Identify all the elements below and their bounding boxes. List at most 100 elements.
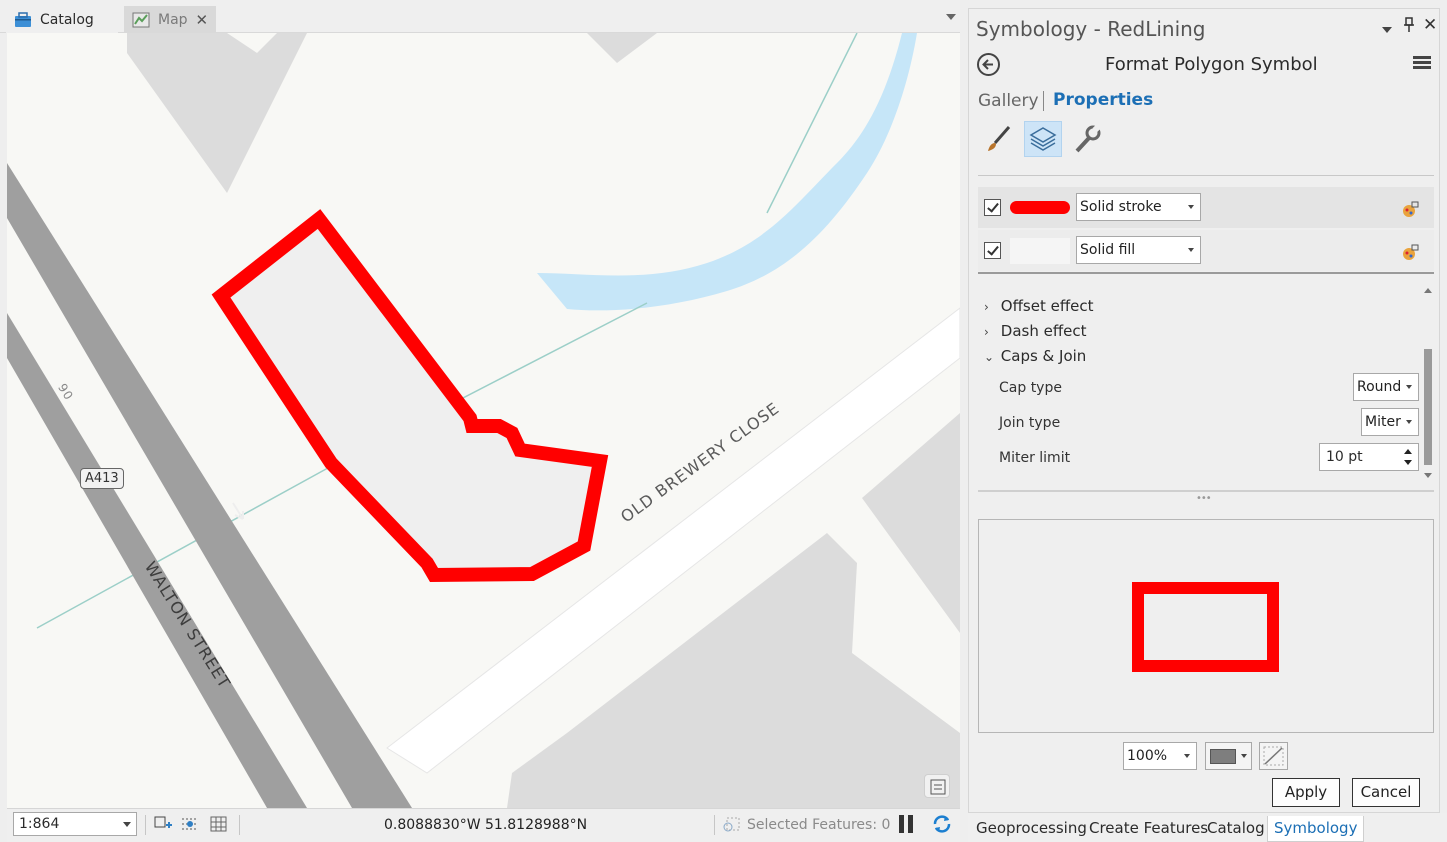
cap-type-dropdown[interactable]: Round	[1353, 373, 1419, 401]
fill-swatch	[1010, 238, 1070, 264]
map-status-bar: 1:864 0.8088830°W 51.8128988°N Selected …	[7, 808, 960, 842]
symbol-preview	[978, 519, 1434, 733]
preview-polygon	[1132, 582, 1279, 672]
pane-title: Symbology - RedLining	[976, 17, 1206, 41]
layer-type-value: Solid stroke	[1080, 199, 1162, 215]
brush-icon[interactable]	[981, 121, 1019, 157]
stroke-swatch	[1010, 201, 1070, 214]
dock-tab-strip: Geoprocessing Create Features Catalog Sy…	[968, 813, 1447, 842]
grid-icon[interactable]	[209, 815, 229, 833]
pause-drawing-icon[interactable]	[897, 815, 915, 833]
join-type-value: Miter	[1365, 414, 1401, 430]
view-tab-strip: Catalog Map ✕	[0, 0, 960, 33]
grid-snap-icon[interactable]	[180, 815, 200, 833]
map-view[interactable]: OLD BREWERY CLOSE WALTON STREET A413 90	[7, 33, 960, 808]
chevron-down-icon	[123, 822, 131, 827]
divider	[978, 272, 1434, 274]
tab-catalog-dock[interactable]: Catalog	[1201, 816, 1271, 842]
layer-type-value: Solid fill	[1080, 242, 1136, 258]
tab-symbology[interactable]: Symbology	[1267, 816, 1365, 842]
symbology-pane: Symbology - RedLining ✕ Format Polygon S…	[968, 8, 1440, 813]
divider	[1043, 91, 1044, 111]
map-legend-icon[interactable]	[924, 774, 950, 798]
selection-icon[interactable]	[722, 815, 742, 833]
preview-grid-toggle-icon[interactable]	[1259, 742, 1288, 770]
cap-type-value: Round	[1357, 379, 1402, 395]
preview-splitter[interactable]: •••	[978, 490, 1434, 504]
miter-limit-stepper[interactable]: 10 pt	[1319, 443, 1419, 471]
snapping-icon[interactable]	[153, 815, 173, 833]
tab-create-features[interactable]: Create Features	[1083, 816, 1214, 842]
divider	[145, 815, 146, 835]
tab-map-label: Map	[158, 11, 188, 28]
layers-icon[interactable]	[1024, 121, 1062, 157]
chevron-down-icon	[1188, 205, 1194, 209]
symbol-layer-fill[interactable]: Solid fill	[978, 230, 1434, 271]
chevron-down-icon	[1188, 248, 1194, 252]
join-type-label: Join type	[999, 415, 1061, 431]
lock-palette-icon[interactable]	[1400, 243, 1420, 261]
miter-limit-value: 10 pt	[1326, 449, 1363, 465]
divider	[978, 175, 1434, 176]
apply-button[interactable]: Apply	[1272, 778, 1340, 807]
layer-stroke-checkbox[interactable]	[984, 199, 1001, 216]
chevron-down-icon[interactable]	[946, 14, 956, 20]
tab-gallery[interactable]: Gallery	[978, 91, 1039, 111]
section-offset-effect[interactable]: › Offset effect	[984, 297, 1094, 315]
section-dash-effect[interactable]: › Dash effect	[984, 322, 1087, 340]
close-icon[interactable]: ✕	[1423, 15, 1437, 35]
join-type-dropdown[interactable]: Miter	[1361, 408, 1419, 436]
catalog-icon	[14, 11, 32, 28]
map-icon	[132, 12, 150, 28]
scale-dropdown[interactable]: 1:864	[13, 812, 137, 836]
map-canvas	[7, 33, 960, 808]
chevron-right-icon: ›	[984, 300, 989, 314]
refresh-icon[interactable]	[931, 813, 953, 835]
chevron-down-icon	[1184, 754, 1190, 758]
grip-icon: •••	[1196, 493, 1212, 504]
layer-stroke-type-dropdown[interactable]: Solid stroke	[1076, 193, 1201, 221]
road-shield: A413	[80, 468, 124, 489]
lock-palette-icon[interactable]	[1400, 200, 1420, 218]
preview-background-dropdown[interactable]	[1205, 742, 1252, 770]
close-icon[interactable]: ✕	[196, 11, 209, 29]
tab-catalog[interactable]: Catalog	[6, 6, 118, 33]
coordinate-readout: 0.8088830°W 51.8128988°N	[384, 817, 588, 833]
preview-zoom-dropdown[interactable]: 100%	[1123, 742, 1197, 770]
section-caps-join-label: Caps & Join	[1000, 347, 1087, 365]
cancel-button[interactable]: Cancel	[1352, 778, 1420, 807]
section-offset-effect-label: Offset effect	[1000, 297, 1094, 315]
scrollbar-thumb[interactable]	[1424, 349, 1432, 465]
divider	[714, 815, 715, 835]
tab-catalog-label: Catalog	[40, 11, 94, 28]
section-dash-effect-label: Dash effect	[1000, 322, 1087, 340]
chevron-down-icon	[1241, 754, 1247, 758]
background-swatch	[1210, 749, 1236, 764]
arcgis-pro-window: Catalog Map ✕ OLD BREWERY CLOSE WALTON S…	[0, 0, 1447, 842]
tab-geoprocessing[interactable]: Geoprocessing	[970, 816, 1093, 842]
tab-map[interactable]: Map ✕	[124, 6, 216, 33]
pin-icon[interactable]	[1403, 17, 1415, 37]
cap-type-label: Cap type	[999, 380, 1062, 396]
increment-icon[interactable]	[1404, 449, 1412, 454]
wrench-icon[interactable]	[1069, 121, 1107, 157]
layer-fill-checkbox[interactable]	[984, 242, 1001, 259]
back-arrow-icon[interactable]	[977, 53, 1000, 76]
decrement-icon[interactable]	[1404, 460, 1412, 465]
chevron-right-icon: ›	[984, 325, 989, 339]
layer-fill-type-dropdown[interactable]: Solid fill	[1076, 236, 1201, 264]
preview-zoom-value: 100%	[1127, 748, 1168, 764]
menu-icon[interactable]	[1413, 56, 1431, 70]
chevron-down-icon: ⌄	[984, 350, 995, 364]
divider	[239, 815, 240, 835]
panel-subtitle: Format Polygon Symbol	[1105, 54, 1318, 75]
chevron-down-icon	[1406, 385, 1412, 389]
chevron-down-icon[interactable]	[1381, 21, 1393, 39]
chevron-down-icon	[1406, 420, 1412, 424]
miter-limit-label: Miter limit	[999, 450, 1071, 466]
section-caps-join[interactable]: ⌄ Caps & Join	[984, 347, 1086, 365]
tab-properties[interactable]: Properties	[1053, 90, 1153, 110]
scale-value: 1:864	[19, 816, 60, 832]
selected-features-count: Selected Features: 0	[747, 817, 891, 833]
symbol-layer-stroke[interactable]: Solid stroke	[978, 187, 1434, 228]
